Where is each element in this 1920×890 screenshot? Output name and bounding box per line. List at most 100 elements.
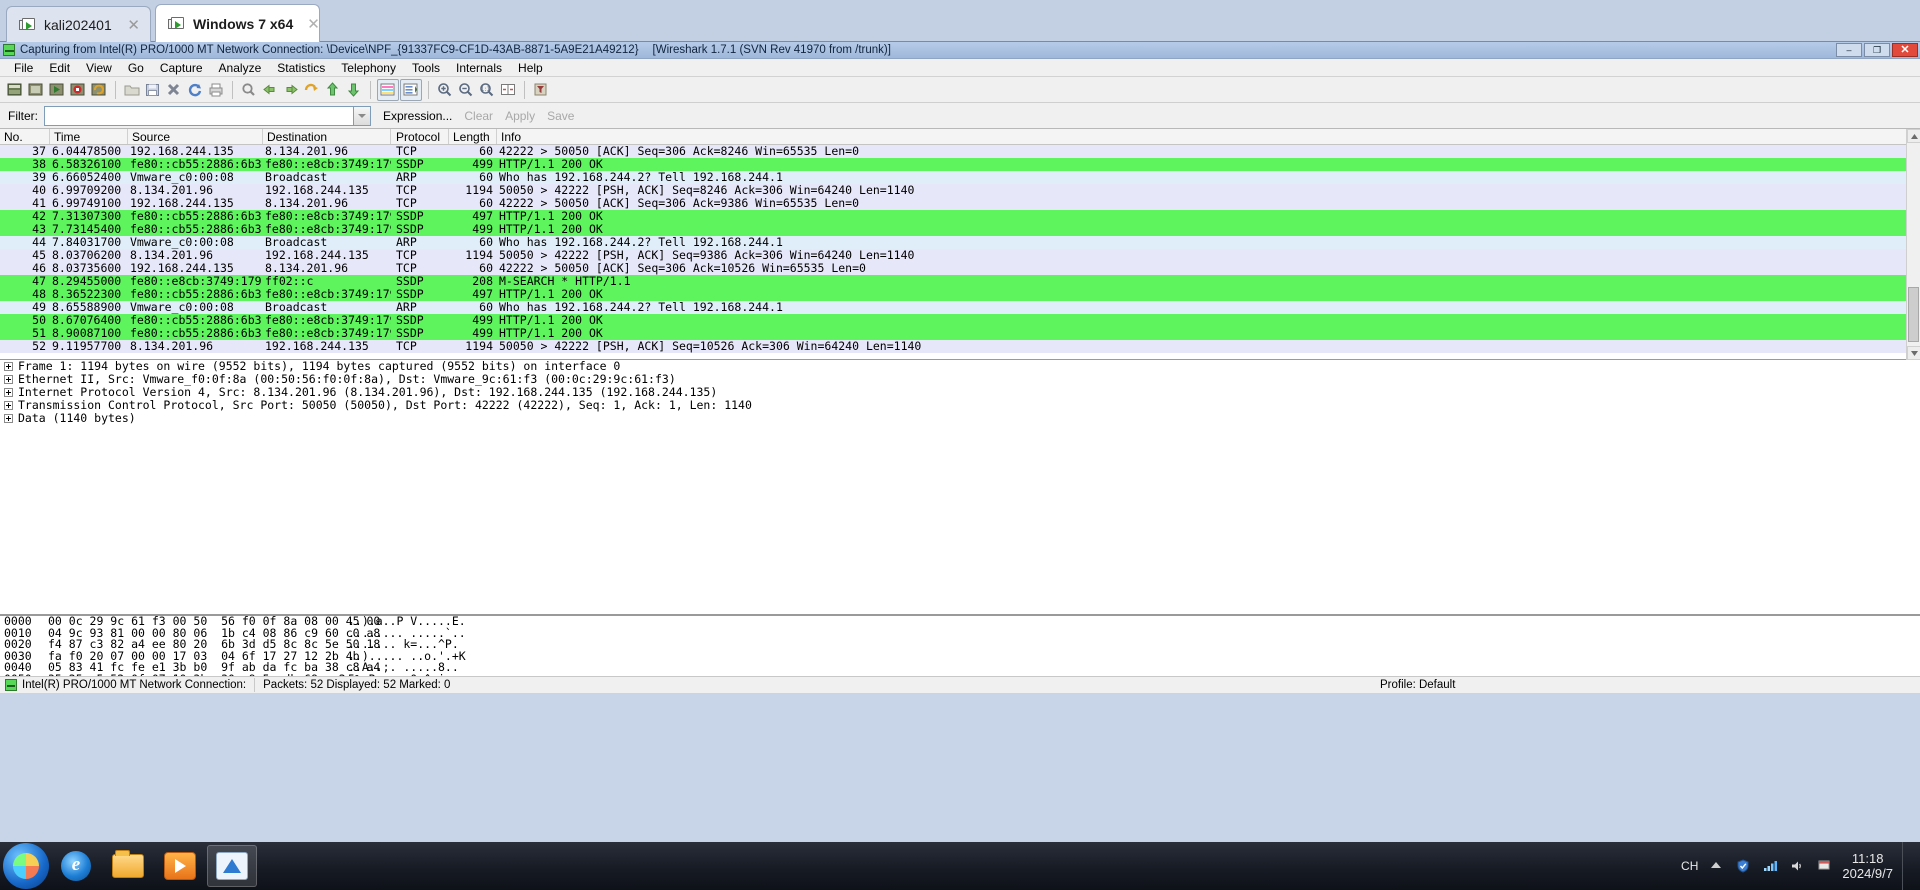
capture-options-icon[interactable] bbox=[26, 79, 46, 101]
table-row[interactable]: 45 8.03706200 8.134.201.96 192.168.244.135 T… bbox=[0, 249, 1920, 262]
close-button[interactable]: ✕ bbox=[1892, 43, 1918, 57]
menu-internals[interactable]: Internals bbox=[448, 59, 510, 77]
zoom-reset-icon[interactable]: 1:1 bbox=[477, 79, 497, 101]
restart-capture-icon[interactable] bbox=[89, 79, 109, 101]
zoom-out-icon[interactable] bbox=[456, 79, 476, 101]
menu-statistics[interactable]: Statistics bbox=[269, 59, 333, 77]
show-desktop-button[interactable] bbox=[1902, 842, 1912, 890]
menu-go[interactable]: Go bbox=[120, 59, 152, 77]
table-row[interactable]: 38 6.58326100 fe80::cb55:2886:6b3 fe80::e8c… bbox=[0, 158, 1920, 171]
capture-filters-icon[interactable] bbox=[531, 79, 551, 101]
column-header-protocol[interactable]: Protocol bbox=[391, 129, 449, 144]
table-row[interactable]: 40 6.99709200 8.134.201.96 192.168.244.135 T… bbox=[0, 184, 1920, 197]
tray-chevron-icon[interactable] bbox=[1707, 857, 1725, 875]
packet-list-pane[interactable]: No. Time Source Destination Protocol Len… bbox=[0, 129, 1920, 360]
taskbar-media-player[interactable] bbox=[155, 845, 205, 887]
scroll-down-arrow[interactable] bbox=[1907, 346, 1920, 360]
table-row[interactable]: 50 8.67076400 fe80::cb55:2886:6b3 fe80::e8c… bbox=[0, 314, 1920, 327]
save-filter-button[interactable]: Save bbox=[547, 109, 574, 123]
column-header-info[interactable]: Info bbox=[497, 129, 1920, 144]
maximize-button[interactable]: ❐ bbox=[1864, 43, 1890, 57]
menu-help[interactable]: Help bbox=[510, 59, 551, 77]
packet-details-pane[interactable]: Frame 1: 1194 bytes on wire (9552 bits),… bbox=[0, 360, 1920, 615]
menu-tools[interactable]: Tools bbox=[404, 59, 448, 77]
clear-filter-button[interactable]: Clear bbox=[464, 109, 493, 123]
table-row[interactable]: 48 8.36522300 fe80::cb55:2886:6b3 fe80::e8c… bbox=[0, 288, 1920, 301]
save-file-icon[interactable] bbox=[143, 79, 163, 101]
vm-tab-windows7[interactable]: Windows 7 x64 ✕ bbox=[155, 4, 320, 42]
filter-input[interactable] bbox=[44, 105, 354, 126]
colorize-icon[interactable] bbox=[377, 78, 399, 101]
start-capture-icon[interactable] bbox=[47, 79, 67, 101]
table-row[interactable]: 51 8.90087100 fe80::cb55:2886:6b3 fe80::e8c… bbox=[0, 327, 1920, 340]
tray-network-icon[interactable] bbox=[1761, 857, 1779, 875]
stop-capture-icon[interactable] bbox=[68, 79, 88, 101]
zoom-in-icon[interactable] bbox=[435, 79, 455, 101]
expression-button[interactable]: Expression... bbox=[383, 109, 452, 123]
table-row[interactable]: 39 6.66052400 Vmware_c0:00:08 Broadcast ARP 6… bbox=[0, 171, 1920, 184]
table-row[interactable]: 46 8.03735600 192.168.244.135 8.134.201.96 T… bbox=[0, 262, 1920, 275]
vm-tab-kali[interactable]: kali202401 ✕ bbox=[6, 6, 151, 42]
resize-columns-icon[interactable] bbox=[498, 79, 518, 101]
status-profile[interactable]: Profile: Default bbox=[1380, 679, 1455, 691]
taskbar-clock[interactable]: 11:18 2024/9/7 bbox=[1842, 851, 1893, 881]
column-header-no[interactable]: No. bbox=[0, 129, 50, 144]
auto-scroll-icon[interactable] bbox=[400, 78, 422, 101]
column-header-length[interactable]: Length bbox=[449, 129, 497, 144]
scroll-up-arrow[interactable] bbox=[1907, 129, 1920, 143]
table-row[interactable]: 47 8.29455000 fe80::e8cb:3749:179 ff02::c SS… bbox=[0, 275, 1920, 288]
close-file-icon[interactable] bbox=[164, 79, 184, 101]
start-orb-icon[interactable] bbox=[3, 843, 49, 889]
menu-edit[interactable]: Edit bbox=[41, 59, 78, 77]
detail-tree-item[interactable]: Data (1140 bytes) bbox=[0, 412, 1920, 425]
reload-icon[interactable] bbox=[185, 79, 205, 101]
open-file-icon[interactable] bbox=[122, 79, 142, 101]
go-to-packet-icon[interactable] bbox=[302, 79, 322, 101]
table-row[interactable]: 37 6.04478500 192.168.244.135 8.134.201.96 T… bbox=[0, 145, 1920, 158]
expand-plus-icon[interactable] bbox=[4, 401, 13, 410]
table-row[interactable]: 43 7.73145400 fe80::cb55:2886:6b3 fe80::e8c… bbox=[0, 223, 1920, 236]
print-icon[interactable] bbox=[206, 79, 226, 101]
column-header-destination[interactable]: Destination bbox=[263, 129, 391, 144]
close-icon[interactable]: ✕ bbox=[121, 16, 140, 34]
menu-file[interactable]: File bbox=[6, 59, 41, 77]
table-row[interactable]: 41 6.99749100 192.168.244.135 8.134.201.96 T… bbox=[0, 197, 1920, 210]
packet-list-scrollbar[interactable] bbox=[1906, 129, 1920, 360]
taskbar-internet-explorer[interactable] bbox=[51, 845, 101, 887]
go-last-packet-icon[interactable] bbox=[344, 79, 364, 101]
find-packet-icon[interactable] bbox=[239, 79, 259, 101]
column-header-source[interactable]: Source bbox=[128, 129, 263, 144]
menu-analyze[interactable]: Analyze bbox=[211, 59, 270, 77]
close-icon[interactable]: ✕ bbox=[301, 15, 320, 33]
taskbar-wireshark[interactable] bbox=[207, 845, 257, 887]
packet-length: 60 bbox=[479, 301, 493, 314]
expand-plus-icon[interactable] bbox=[4, 388, 13, 397]
menu-view[interactable]: View bbox=[78, 59, 120, 77]
expand-plus-icon[interactable] bbox=[4, 375, 13, 384]
taskbar-file-explorer[interactable] bbox=[103, 845, 153, 887]
table-row[interactable]: 52 9.11957700 8.134.201.96 192.168.244.135 T… bbox=[0, 340, 1920, 353]
tray-shield-icon[interactable] bbox=[1734, 857, 1752, 875]
column-header-time[interactable]: Time bbox=[50, 129, 128, 144]
table-row[interactable]: 49 8.65588900 Vmware_c0:00:08 Broadcast ARP 6… bbox=[0, 301, 1920, 314]
interfaces-icon[interactable] bbox=[5, 79, 25, 101]
menu-capture[interactable]: Capture bbox=[152, 59, 211, 77]
packet-bytes-pane[interactable]: 0000 00 0c 29 9c 61 f3 00 50 56 f0 0f 8a … bbox=[0, 615, 1920, 676]
detail-tree-item[interactable]: Transmission Control Protocol, Src Port:… bbox=[0, 399, 1920, 412]
tray-language-indicator[interactable]: CH bbox=[1681, 859, 1698, 873]
expand-plus-icon[interactable] bbox=[4, 362, 13, 371]
scrollbar-thumb[interactable] bbox=[1908, 287, 1919, 342]
filter-history-dropdown[interactable] bbox=[354, 105, 371, 126]
go-back-icon[interactable] bbox=[260, 79, 280, 101]
expand-plus-icon[interactable] bbox=[4, 414, 13, 423]
packet-no: 40 bbox=[32, 184, 46, 197]
table-row[interactable]: 42 7.31307300 fe80::cb55:2886:6b3 fe80::e8c… bbox=[0, 210, 1920, 223]
tray-volume-icon[interactable] bbox=[1788, 857, 1806, 875]
go-forward-icon[interactable] bbox=[281, 79, 301, 101]
menu-telephony[interactable]: Telephony bbox=[333, 59, 404, 77]
minimize-button[interactable]: – bbox=[1836, 43, 1862, 57]
go-first-packet-icon[interactable] bbox=[323, 79, 343, 101]
tray-flag-icon[interactable] bbox=[1815, 857, 1833, 875]
table-row[interactable]: 44 7.84031700 Vmware_c0:00:08 Broadcast ARP 6… bbox=[0, 236, 1920, 249]
apply-filter-button[interactable]: Apply bbox=[505, 109, 535, 123]
